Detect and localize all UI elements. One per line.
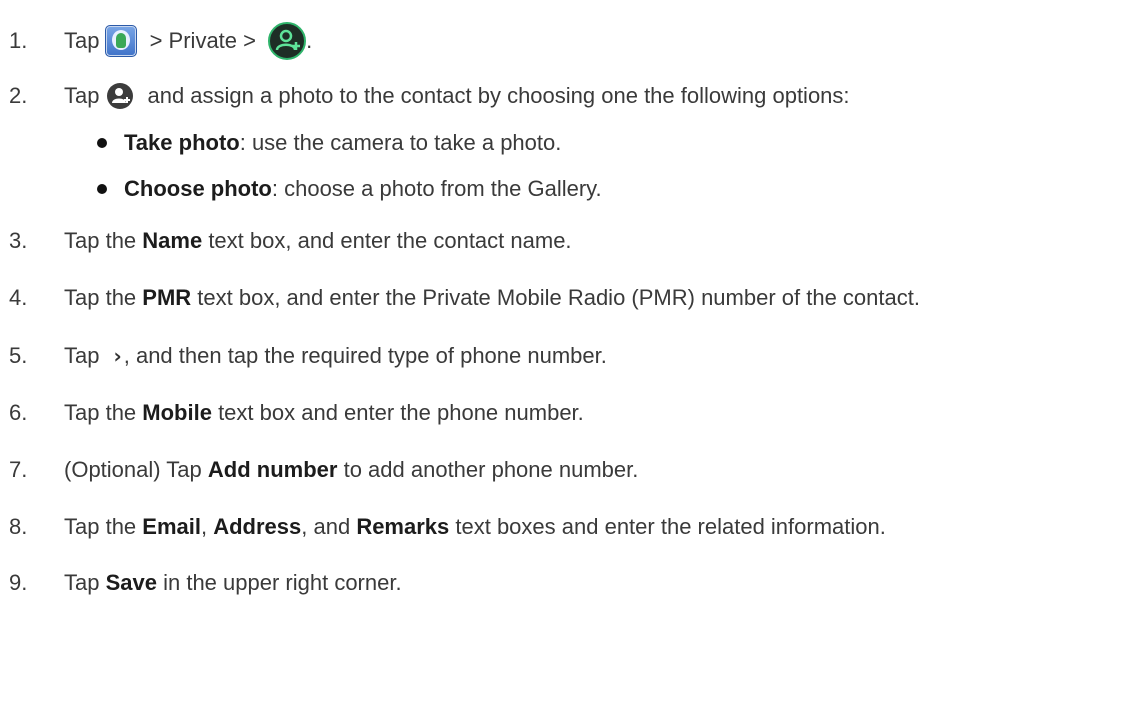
step-text: Tap ›, and then tap the required type of … bbox=[64, 343, 607, 368]
step-number: 8. bbox=[9, 514, 28, 539]
step-text: Tap Save in the upper right corner. bbox=[64, 570, 402, 595]
step-number: 9. bbox=[9, 570, 28, 595]
bullet-dot bbox=[97, 138, 107, 148]
step-number: 1. bbox=[9, 28, 28, 53]
step-number: 3. bbox=[9, 228, 28, 253]
step-text: Tap and assign a photo to the contact by… bbox=[64, 83, 850, 109]
bullet-dot bbox=[97, 184, 107, 194]
step-text: Tap the Mobile text box and enter the ph… bbox=[64, 400, 584, 425]
step-number: 5. bbox=[9, 343, 28, 368]
step-text: Tap the PMR text box, and enter the Priv… bbox=[64, 285, 920, 310]
step-text: Tap the Name text box, and enter the con… bbox=[64, 228, 572, 253]
step-number: 4. bbox=[9, 285, 28, 310]
add-photo-icon bbox=[107, 83, 134, 109]
step-number: 2. bbox=[9, 83, 28, 108]
contacts-app-icon bbox=[105, 25, 138, 57]
chevron-right-icon: › bbox=[113, 344, 122, 368]
step-text: Tap the Email, Address, and Remarks text… bbox=[64, 514, 886, 539]
step-text: (Optional) Tap Add number to add another… bbox=[64, 457, 639, 482]
step-number: 6. bbox=[9, 400, 28, 425]
step-number: 7. bbox=[9, 457, 28, 482]
step-text: Tap > Private > . bbox=[64, 22, 312, 60]
add-contact-icon bbox=[268, 22, 307, 60]
